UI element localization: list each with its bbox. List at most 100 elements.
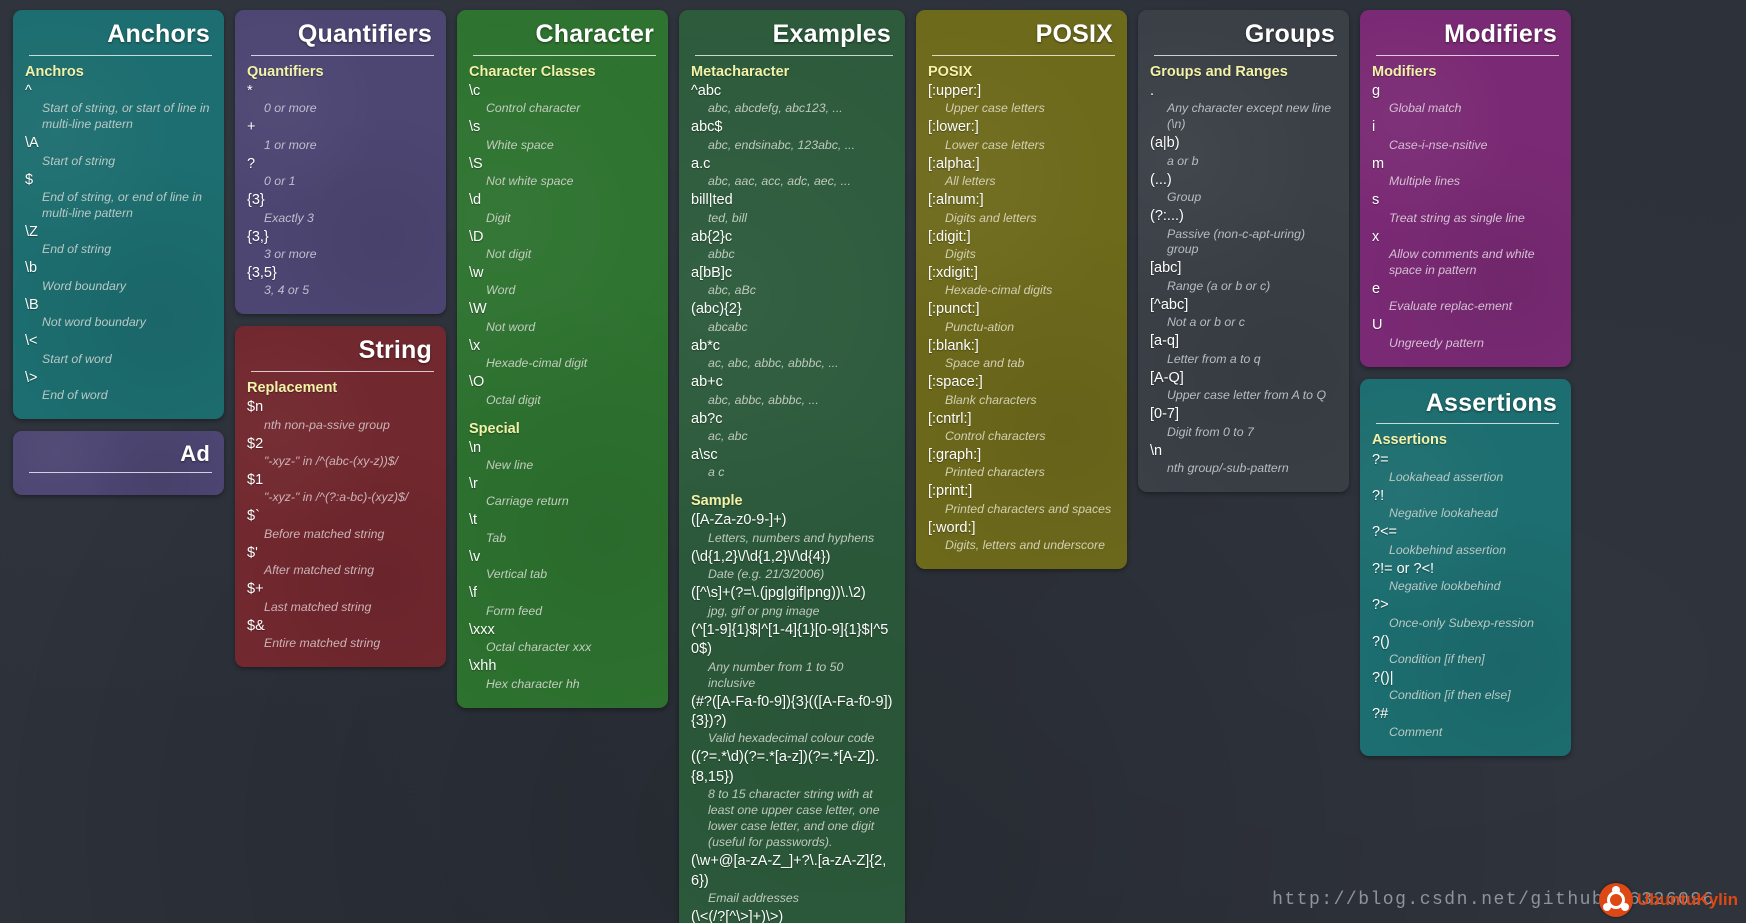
entry-term: [:cntrl:] [928, 410, 972, 427]
entry-term: (\d{1,2}\/\d{1,2}\/\d{4}) [691, 548, 831, 565]
entry-term: a[bB]c [691, 264, 733, 281]
entry-term: ((?=.*\d)(?=.*[a-z])(?=.*[A-Z]).{8,15}) [691, 749, 880, 785]
entry-description: Group [1167, 190, 1202, 205]
entry-term: \n [1150, 442, 1163, 459]
entry-term: {3,} [247, 228, 269, 245]
entry-term: $' [247, 544, 258, 561]
entry-description: New line [486, 458, 534, 473]
divider [473, 54, 656, 56]
entry-description: Blank characters [945, 392, 1037, 407]
entry-description: a c [708, 465, 725, 480]
entry-term: \< [25, 333, 38, 350]
entry-description: Ungreedy pattern [1389, 335, 1485, 350]
entry-term: m [1372, 155, 1385, 172]
entry-description: Condition [if then else] [1389, 688, 1511, 703]
entry-term: * [247, 82, 253, 99]
card-groups: Groups Groups and Ranges. Any character ex… [1138, 10, 1349, 492]
entry-term: [:blank:] [928, 337, 979, 354]
entry-description: Word boundary [42, 278, 127, 293]
section-heading: Metacharacter [691, 63, 790, 80]
entry-term: ab*c [691, 337, 721, 354]
entry-term: ([A-Za-z0-9-]+) [691, 512, 787, 529]
entry-term: \B [25, 296, 39, 313]
card-title-character: Character [535, 20, 654, 48]
entry-description: Treat string as single line [1389, 210, 1525, 225]
entry-description: Comment [1389, 724, 1443, 739]
entry-description: Octal digit [486, 392, 541, 407]
entry-description: nth non-pa-ssive group [264, 417, 390, 432]
entry-description: Range (a or b or c) [1167, 278, 1271, 293]
entry-term: (...) [1150, 171, 1172, 188]
card-title-modifiers: Modifiers [1444, 20, 1557, 48]
entry-description: Not word [486, 319, 536, 334]
entry-term: [:alpha:] [928, 155, 980, 172]
card-title-quantifiers: Quantifiers [297, 20, 432, 48]
entry-description: Digits, letters and underscore [945, 538, 1105, 553]
entry-description: ac, abc [708, 428, 748, 443]
entry-description: Start of word [42, 351, 112, 366]
divider [29, 472, 212, 474]
entry-description: abcabc [708, 319, 748, 334]
entry-term: [:xdigit:] [928, 264, 978, 281]
entry-term: \x [469, 337, 481, 354]
entry-term: ? [247, 155, 256, 172]
entry-term: (abc){2} [691, 301, 742, 318]
entry-term: [:graph:] [928, 446, 982, 463]
entry-description: Valid hexadecimal colour code [708, 731, 875, 746]
entry-description: Date (e.g. 21/3/2006) [708, 567, 825, 582]
entry-term: $n [247, 399, 264, 416]
entry-term: \D [469, 228, 484, 245]
entry-description: Not a or b or c [1167, 315, 1245, 330]
card-string: String Replacement $n nth non-pa-ssive grou… [235, 326, 446, 668]
entry-description: 1 or more [264, 137, 317, 152]
entry-term: \t [469, 512, 478, 529]
entry-term: {3,5} [247, 264, 277, 281]
section-heading: Character Classes [469, 63, 596, 80]
entry-term: abc$ [691, 119, 723, 136]
card-examples: Examples Metacharacter ^abc abc, abcdefg, a… [679, 10, 905, 923]
entry-term: [:punct:] [928, 301, 980, 318]
entry-term: bill|ted [691, 192, 733, 209]
entry-description: Hexade-cimal digits [945, 283, 1053, 298]
entry-term: ^ [25, 82, 32, 99]
entry-term: [:lower:] [928, 119, 979, 136]
entry-description: Vertical tab [486, 567, 548, 582]
entry-description: Control characters [945, 428, 1046, 443]
entry-description: Space and tab [945, 356, 1025, 371]
entry-description: abc, aac, acc, adc, aec, ... [708, 174, 851, 189]
entry-term: [A-Q] [1150, 369, 1184, 386]
card-title-examples: Examples [772, 20, 891, 48]
entry-description: abbc [708, 246, 735, 261]
entry-description: White space [486, 137, 554, 152]
section-heading: Replacement [247, 380, 338, 397]
entry-term: x [1372, 228, 1380, 245]
card-ad: Ad [13, 431, 224, 496]
entry-description: Upper case letter from A to Q [1167, 388, 1327, 403]
entry-description: Last matched string [264, 599, 372, 614]
entry-description: End of string [42, 242, 112, 257]
entry-term: \xxx [469, 621, 495, 638]
entry-term: ?! [1372, 487, 1385, 504]
entry-term: ?# [1372, 706, 1389, 723]
divider [932, 54, 1115, 56]
card-modifiers: Modifiers Modifiers g Global match i Case-i-n… [1360, 10, 1571, 367]
entry-description: 0 or more [264, 101, 317, 116]
entry-term: $1 [247, 472, 264, 488]
entry-description: Start of string, or start of line in mul… [42, 101, 210, 132]
entry-description: Not digit [486, 246, 532, 261]
entry-description: jpg, gif or png image [708, 603, 820, 618]
entry-term: [0-7] [1150, 406, 1180, 423]
entry-term: i [1372, 119, 1376, 136]
section-heading: Special [469, 420, 520, 437]
entry-term: ab{2}c [691, 228, 733, 245]
entry-description: Multiple lines [1389, 174, 1461, 189]
entry-description: Any character except new line (\n) [1167, 101, 1332, 132]
entry-term: \> [25, 369, 38, 386]
entry-term: [:upper:] [928, 82, 982, 99]
card-title-assertions: Assertions [1425, 388, 1557, 417]
entry-term: \v [469, 548, 481, 565]
entry-description: End of string, or end of line in multi-l… [42, 190, 202, 221]
entry-term: (^[1-9]{1}$|^[1-4]{1}[0-9]{1}$|^50$) [691, 621, 889, 658]
entry-term: $ [25, 171, 34, 188]
card-posix: POSIX POSIX [:upper:] Upper case letters [:l… [916, 10, 1127, 570]
